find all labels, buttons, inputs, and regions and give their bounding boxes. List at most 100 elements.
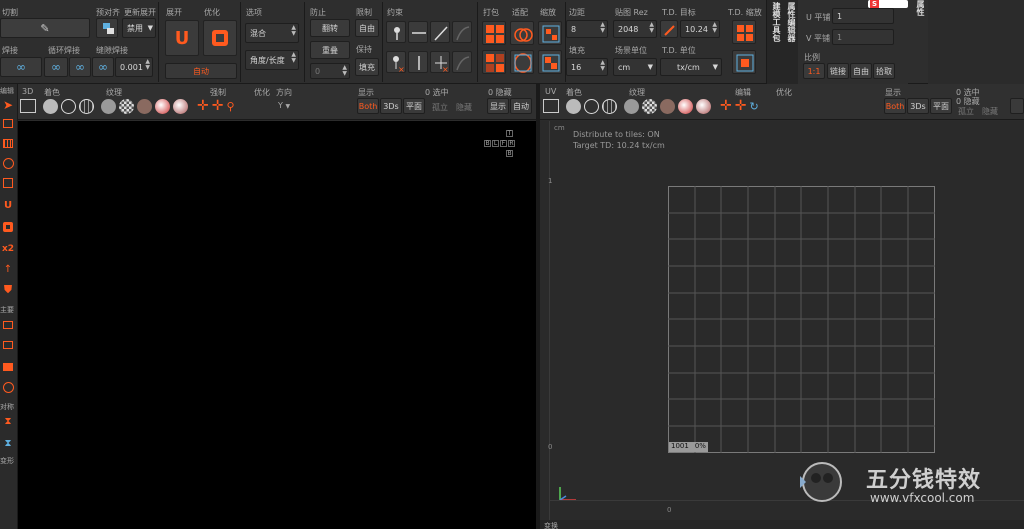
weld-threshold-field[interactable]: 0.001 ▲ ▼ [115, 57, 153, 77]
flat-button[interactable]: 平面 [403, 98, 425, 114]
uv-isolate-label[interactable]: 孤立 [958, 106, 974, 117]
auto-view-button[interactable]: 自动 [510, 98, 532, 114]
options-mix-select[interactable]: 混合 ▲ ▼ [245, 23, 299, 43]
fill-button[interactable]: 填充 [355, 58, 379, 76]
view-cube-right[interactable]: R [508, 140, 515, 147]
loop-weld-button[interactable]: ∞ [44, 57, 68, 77]
presnap-button[interactable] [96, 18, 118, 38]
x2-tool-icon[interactable]: x2 [0, 242, 16, 256]
pin-tool-icon[interactable]: ↑ [0, 262, 16, 276]
mirror-tool-icon[interactable]: ⧗ [0, 414, 16, 428]
pick-button[interactable]: 拾取 [873, 63, 895, 79]
uv-frame-icon[interactable] [543, 99, 559, 113]
tex-sphere-icon[interactable] [173, 98, 188, 114]
red-sphere-icon[interactable] [155, 98, 170, 114]
select-grid-icon[interactable] [0, 176, 16, 190]
pack-button[interactable] [482, 21, 506, 45]
link-button[interactable]: 链接 [827, 63, 849, 79]
ime-badge[interactable]: S [868, 0, 908, 8]
mirror-tool-2-icon[interactable]: ⧗ [0, 436, 16, 450]
overlap-button[interactable]: 重叠 [310, 41, 350, 59]
both-button[interactable]: Both [357, 98, 379, 114]
loop-weld-button-2[interactable]: ∞ [69, 57, 91, 77]
free-button[interactable]: 自由 [355, 19, 379, 37]
grid-sphere-icon[interactable] [79, 98, 94, 114]
free-ratio-button[interactable]: 自由 [850, 63, 872, 79]
rect-tool-icon[interactable] [0, 318, 16, 332]
lightbulb-icon[interactable]: ⚲ [226, 100, 234, 113]
uv-tile-grid[interactable] [668, 186, 935, 453]
cross-button[interactable]: × [430, 51, 450, 74]
uv-flat-button[interactable]: 平面 [930, 98, 952, 114]
eyedropper-button[interactable] [660, 20, 678, 38]
move-cross-2-icon[interactable]: ✛ [212, 98, 224, 114]
vertical-tab-attr[interactable]: 属性编辑器 [783, 2, 797, 82]
select-mesh-icon[interactable] [0, 136, 16, 150]
unfold-tool-icon[interactable]: U [0, 198, 16, 212]
unpin-button[interactable]: × [386, 51, 406, 74]
scene-unit-select[interactable]: cm ▼ [613, 58, 657, 76]
view-cube-front[interactable]: F [500, 140, 507, 147]
uv-move-cross-icon[interactable]: ✛ [720, 98, 732, 114]
paint-rez-field[interactable]: 2048 ▲ ▼ [613, 20, 657, 38]
weld-button[interactable]: ∞ [0, 57, 42, 77]
diagonal-button[interactable] [430, 21, 450, 43]
uv-both-button[interactable]: Both [884, 98, 906, 114]
shaded-sphere-icon[interactable] [137, 98, 152, 114]
view-cube-left[interactable]: L [492, 140, 499, 147]
direction-axis[interactable]: Y ▼ [278, 101, 290, 110]
uv-solid-sphere-icon[interactable] [566, 98, 581, 114]
globe-tool-icon[interactable] [0, 380, 16, 394]
checker-sphere-icon[interactable] [119, 98, 134, 114]
uv-shaded-sphere-icon[interactable] [660, 98, 675, 114]
view-cube-back[interactable]: B [484, 140, 491, 147]
optimize-tool-icon[interactable] [0, 220, 16, 234]
td-target-field[interactable]: 10.24 ▲ ▼ [680, 20, 720, 38]
horizontal-button[interactable] [408, 21, 428, 43]
td-unit-select[interactable]: tx/cm ▼ [660, 58, 722, 76]
uv-red-sphere-icon[interactable] [678, 98, 693, 114]
td-apply-button[interactable] [732, 50, 756, 74]
uv-gray-sphere-icon[interactable] [624, 98, 639, 114]
uv-checker-sphere-icon[interactable] [642, 98, 657, 114]
vertical-tab-modeling[interactable]: 建模工具包 [768, 2, 782, 82]
hide-label[interactable]: 隐藏 [456, 102, 472, 113]
view-cube-top[interactable]: T [506, 130, 513, 137]
ratio-button[interactable]: 1:1 [803, 63, 825, 79]
select-arrow-icon[interactable]: ➤ [0, 98, 16, 112]
scale-button[interactable] [538, 21, 562, 45]
td-scale-button[interactable] [732, 20, 756, 44]
unfold-button[interactable]: U [165, 20, 199, 56]
select-box-icon[interactable] [0, 116, 16, 130]
rect-tool-2-icon[interactable] [0, 338, 16, 352]
curve-button[interactable] [452, 21, 472, 43]
match-button[interactable] [510, 21, 534, 45]
attr-side-tab[interactable]: 属性 [912, 0, 926, 20]
update-unfold-select[interactable]: 禁用 ▼ [122, 18, 156, 38]
cut-button[interactable]: ✎ [0, 18, 90, 38]
move-cross-icon[interactable]: ✛ [197, 98, 209, 114]
uv-grid-sphere-icon[interactable] [602, 98, 617, 114]
v-tile-field[interactable]: 1 [832, 29, 894, 45]
view-cube[interactable]: T B L F R B [484, 130, 516, 160]
view-cube-bottom[interactable]: B [506, 150, 513, 157]
match-shape-button[interactable] [510, 50, 534, 74]
3ds-button[interactable]: 3Ds [380, 98, 402, 114]
uv-refresh-icon[interactable]: ↻ [749, 100, 758, 113]
uv-wire-sphere-icon[interactable] [584, 98, 599, 114]
seam-weld-button[interactable]: ∞ [92, 57, 114, 77]
uv-3ds-button[interactable]: 3Ds [907, 98, 929, 114]
prevent-number-field[interactable]: 0 ▲ ▼ [310, 63, 350, 79]
flip-button[interactable]: 翻转 [310, 19, 350, 37]
vertical-button[interactable] [408, 51, 428, 73]
viewport3d-canvas[interactable] [18, 121, 536, 529]
solid-sphere-icon[interactable] [43, 98, 58, 114]
select-sphere-icon[interactable] [0, 156, 16, 170]
frame-icon[interactable] [20, 99, 36, 113]
show-button[interactable]: 显示 [487, 98, 509, 114]
uv-hide-label[interactable]: 隐藏 [982, 106, 998, 117]
isolate-label[interactable]: 孤立 [432, 102, 448, 113]
pin-button[interactable] [386, 21, 406, 43]
pack-tiles-button[interactable] [482, 50, 506, 74]
u-tile-field[interactable]: 1 [832, 8, 894, 24]
